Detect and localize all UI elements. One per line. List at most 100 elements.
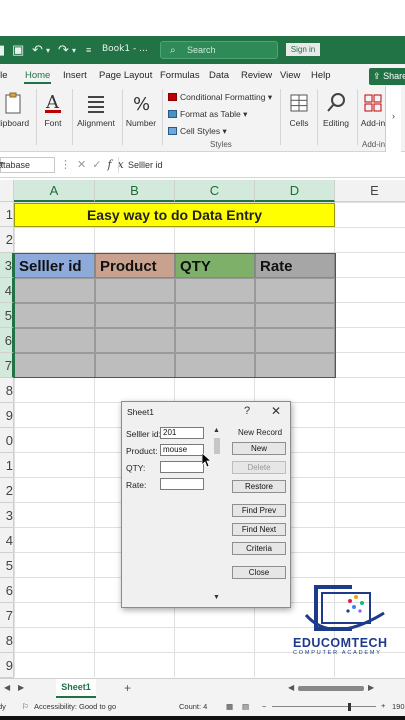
row-header[interactable]: 2 xyxy=(0,478,14,503)
tab-home[interactable]: Home xyxy=(25,70,50,81)
horizontal-scroll-thumb[interactable] xyxy=(298,686,364,691)
cell-styles-button[interactable]: Cell Styles ▾ xyxy=(168,126,227,137)
data-cell[interactable] xyxy=(255,303,335,328)
zoom-level[interactable]: 190 xyxy=(392,702,405,711)
scroll-down-icon[interactable]: ▼ xyxy=(213,594,220,601)
row-header[interactable]: 2 xyxy=(0,227,14,253)
zoom-out-icon[interactable]: − xyxy=(262,702,266,711)
add-sheet-icon[interactable]: + xyxy=(124,681,131,695)
row-header[interactable]: 4 xyxy=(0,278,14,303)
row-header[interactable]: 1 xyxy=(0,202,14,227)
scroll-thumb[interactable] xyxy=(214,438,220,454)
row-header[interactable]: 7 xyxy=(0,353,14,378)
zoom-slider-track[interactable] xyxy=(272,706,376,707)
tab-formulas[interactable]: Formulas xyxy=(160,70,200,81)
row-header[interactable]: 8 xyxy=(0,378,14,403)
cancel-icon[interactable]: ✕ xyxy=(77,159,92,171)
header-cell-rate[interactable]: Rate xyxy=(255,253,335,278)
tab-review[interactable]: Review xyxy=(241,70,272,81)
editing-button[interactable]: Editing xyxy=(318,91,354,128)
product-input[interactable]: mouse xyxy=(160,444,204,456)
alignment-button[interactable]: Alignment xyxy=(74,91,118,128)
column-header-b[interactable]: B xyxy=(95,180,175,202)
save-icon[interactable]: ▮ xyxy=(0,42,5,58)
sign-in-button[interactable]: Sign in xyxy=(286,43,320,56)
row-header[interactable]: 3 xyxy=(0,503,14,528)
data-cell[interactable] xyxy=(175,328,255,353)
tab-data[interactable]: Data xyxy=(209,70,229,81)
new-button[interactable]: New xyxy=(232,442,286,455)
hscroll-left-icon[interactable]: ◀ xyxy=(288,683,294,692)
data-cell[interactable] xyxy=(255,328,335,353)
row-header[interactable]: 9 xyxy=(0,653,14,678)
sheet-title-cell[interactable]: Easy way to do Data Entry xyxy=(14,203,335,227)
header-cell-seller-id[interactable]: Selller id xyxy=(14,253,95,278)
data-cell[interactable] xyxy=(255,353,335,378)
data-cell[interactable] xyxy=(14,278,95,303)
scroll-up-icon[interactable]: ▲ xyxy=(213,427,220,434)
accessibility-status[interactable]: Accessibility: Good to go xyxy=(34,702,116,711)
customize-quick-access-icon[interactable]: ≡ xyxy=(86,45,91,55)
row-header[interactable]: 7 xyxy=(0,603,14,628)
row-header[interactable]: 6 xyxy=(0,578,14,603)
data-cell[interactable] xyxy=(175,353,255,378)
format-as-table-button[interactable]: Format as Table ▾ xyxy=(168,109,247,120)
zoom-in-icon[interactable]: + xyxy=(381,701,385,710)
criteria-button[interactable]: Criteria xyxy=(232,542,286,555)
find-next-button[interactable]: Find Next xyxy=(232,523,286,536)
data-cell[interactable] xyxy=(95,328,175,353)
undo-icon[interactable]: ↶ xyxy=(32,42,43,58)
row-header[interactable]: 0 xyxy=(0,428,14,453)
font-button[interactable]: A Font xyxy=(37,91,69,128)
share-button[interactable]: ⇪ Share xyxy=(369,68,405,85)
row-header[interactable]: 4 xyxy=(0,528,14,553)
column-header-d[interactable]: D xyxy=(255,180,335,202)
tab-page-layout[interactable]: Page Layout xyxy=(99,70,152,81)
qty-input[interactable] xyxy=(160,461,204,473)
redo-dropdown-icon[interactable]: ▾ xyxy=(72,46,76,55)
header-cell-product[interactable]: Product xyxy=(95,253,175,278)
tab-file[interactable]: ile xyxy=(0,70,8,81)
redo-icon[interactable]: ↷ xyxy=(58,42,69,58)
data-cell[interactable] xyxy=(175,278,255,303)
hscroll-right-icon[interactable]: ▶ xyxy=(368,683,374,692)
normal-view-icon[interactable]: ▦ xyxy=(226,702,233,711)
column-header-c[interactable]: C xyxy=(175,180,255,202)
record-scrollbar[interactable]: ▲ ▼ xyxy=(211,427,223,607)
save-icon[interactable]: ▣ xyxy=(12,42,24,58)
column-header-a[interactable]: A xyxy=(14,180,95,202)
name-box[interactable]: atabase ▼ xyxy=(0,157,55,173)
tab-help[interactable]: Help xyxy=(311,70,331,81)
scroll-right-icon[interactable]: ▶ xyxy=(18,683,24,692)
addin-button[interactable]: Add-in xyxy=(358,91,388,128)
column-header-e[interactable]: E xyxy=(335,180,405,202)
sheet-tab-sheet1[interactable]: Sheet1 xyxy=(56,679,96,698)
ribbon-scroll-right-icon[interactable]: › xyxy=(385,86,401,152)
data-cell[interactable] xyxy=(14,328,95,353)
restore-button[interactable]: Restore xyxy=(232,480,286,493)
data-cell[interactable] xyxy=(95,278,175,303)
close-icon[interactable]: ✕ xyxy=(271,404,281,418)
row-header[interactable]: 5 xyxy=(0,553,14,578)
scroll-left-icon[interactable]: ◀ xyxy=(4,683,10,692)
seller-id-input[interactable]: 201 xyxy=(160,427,204,439)
tab-insert[interactable]: Insert xyxy=(63,70,87,81)
page-layout-view-icon[interactable]: ▤ xyxy=(242,702,249,711)
select-all-corner[interactable] xyxy=(0,180,14,202)
data-cell[interactable] xyxy=(14,303,95,328)
search-box[interactable]: ⌕ Search xyxy=(160,41,278,59)
row-header[interactable]: 3 xyxy=(0,253,14,278)
row-header[interactable]: 1 xyxy=(0,453,14,478)
header-cell-qty[interactable]: QTY xyxy=(175,253,255,278)
tab-view[interactable]: View xyxy=(280,70,300,81)
number-button[interactable]: % Number xyxy=(122,91,160,128)
rate-input[interactable] xyxy=(160,478,204,490)
close-button[interactable]: Close xyxy=(232,566,286,579)
delete-button[interactable]: Delete xyxy=(232,461,286,474)
conditional-formatting-button[interactable]: Conditional Formatting ▾ xyxy=(168,92,272,103)
data-cell[interactable] xyxy=(14,353,95,378)
row-header[interactable]: 6 xyxy=(0,328,14,353)
row-header[interactable]: 8 xyxy=(0,628,14,653)
zoom-slider-thumb[interactable] xyxy=(348,703,351,711)
data-cell[interactable] xyxy=(95,353,175,378)
